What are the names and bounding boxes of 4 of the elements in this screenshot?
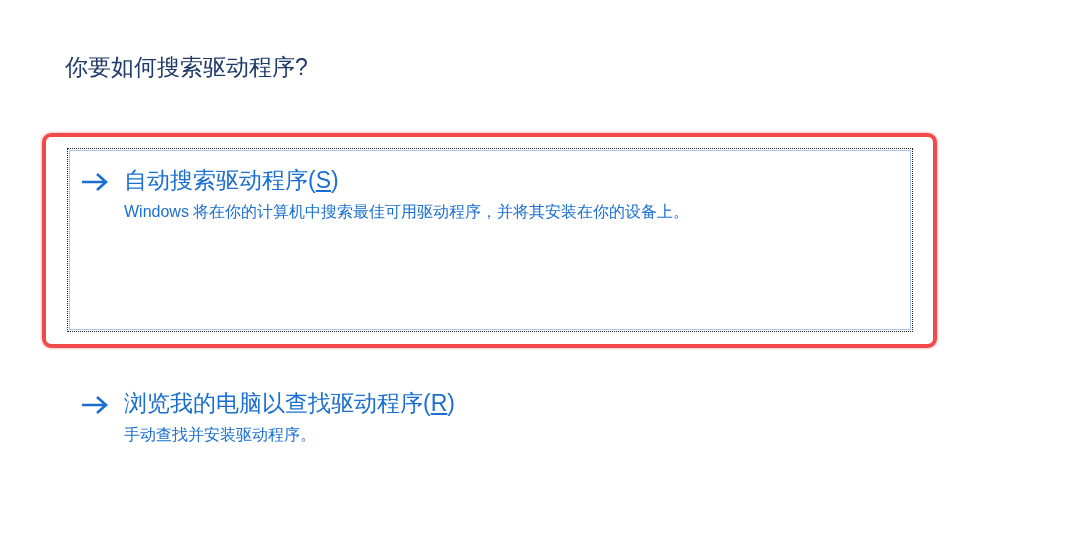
dialog-heading: 你要如何搜索驱动程序? <box>65 53 309 82</box>
command-link[interactable]: 自动搜索驱动程序(S) Windows 将在你的计算机中搜索最佳可用驱动程序，并将其安装在你的设备上。 <box>67 148 913 332</box>
arrow-icon <box>80 171 110 193</box>
arrow-icon <box>80 394 110 416</box>
